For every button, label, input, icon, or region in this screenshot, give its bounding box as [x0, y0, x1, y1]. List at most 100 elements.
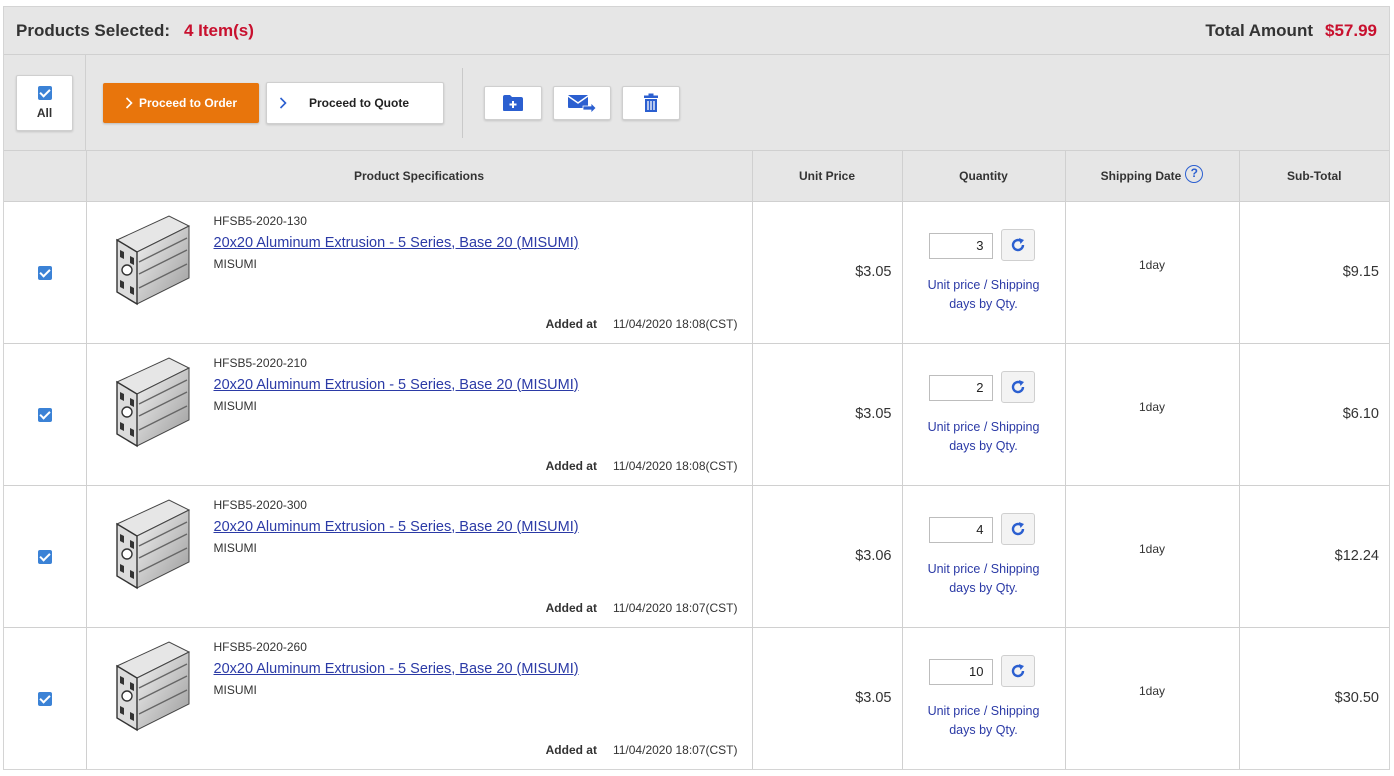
cart-table: Product Specifications Unit Price Quanti… [4, 151, 1389, 769]
delete-button[interactable] [622, 85, 680, 120]
mail-forward-icon [567, 94, 597, 113]
product-brand: MISUMI [213, 682, 257, 697]
unit-price-shipping-by-qty-link[interactable]: Unit price / Shipping days by Qty. [903, 418, 1065, 456]
select-all-checkbox[interactable] [37, 85, 52, 100]
table-header-row: Product Specifications Unit Price Quanti… [4, 151, 1389, 202]
refresh-quantity-button[interactable] [1000, 370, 1035, 403]
refresh-quantity-button[interactable] [1000, 512, 1035, 545]
product-spec-cell: HFSB5-2020-130 20x20 Aluminum Extrusion … [86, 201, 753, 344]
product-thumbnail[interactable] [109, 496, 193, 590]
shipping-date-label: Shipping Date [1100, 168, 1182, 183]
product-title-link[interactable]: 20x20 Aluminum Extrusion - 5 Series, Bas… [214, 377, 579, 393]
unit-price: $3.05 [752, 343, 903, 486]
added-at-label: Added at [545, 316, 597, 331]
quantity-input[interactable] [928, 374, 993, 401]
column-header-spec: Product Specifications [86, 151, 753, 202]
product-code: HFSB5-2020-260 [213, 639, 307, 654]
quantity-input[interactable] [928, 516, 993, 543]
row-checkbox[interactable] [37, 692, 52, 707]
proceed-to-order-label: Proceed to Order [138, 95, 238, 110]
question-circle-icon[interactable]: ? [1185, 164, 1204, 183]
quantity-cell: Unit price / Shipping days by Qty. [902, 343, 1066, 486]
products-selected: Products Selected: 4 Item(s) [16, 21, 254, 41]
product-brand: MISUMI [213, 540, 257, 555]
refresh-icon [1011, 663, 1024, 677]
product-title-link[interactable]: 20x20 Aluminum Extrusion - 5 Series, Bas… [214, 661, 579, 677]
refresh-icon [1011, 379, 1024, 393]
total-amount-value: $57.99 [1325, 20, 1377, 40]
column-header-quantity: Quantity [902, 151, 1066, 202]
proceed-to-order-button[interactable]: Proceed to Order [103, 82, 259, 123]
qty-link-line-1: Unit price / Shipping [927, 703, 1040, 718]
toolbar-divider [462, 67, 463, 138]
column-header-unit-price: Unit Price [752, 151, 903, 202]
proceed-to-quote-label: Proceed to Quote [309, 95, 410, 110]
table-row: HFSB5-2020-300 20x20 Aluminum Extrusion … [4, 485, 1389, 628]
quantity-input[interactable] [928, 232, 993, 259]
select-all-cell: All [4, 55, 86, 150]
total-amount-label: Total Amount [1205, 20, 1313, 40]
column-header-shipping-date: Shipping Date? [1065, 151, 1240, 202]
refresh-quantity-button[interactable] [1000, 228, 1035, 261]
product-thumbnail[interactable] [109, 638, 193, 732]
unit-price-shipping-by-qty-link[interactable]: Unit price / Shipping days by Qty. [903, 276, 1065, 314]
row-select-cell [4, 485, 87, 628]
refresh-quantity-button[interactable] [1000, 654, 1035, 687]
unit-price-shipping-by-qty-link[interactable]: Unit price / Shipping days by Qty. [903, 560, 1065, 598]
unit-price-shipping-by-qty-link[interactable]: Unit price / Shipping days by Qty. [903, 702, 1065, 740]
added-at-time: 11/04/2020 18:07(CST) [612, 600, 738, 615]
qty-link-line-1: Unit price / Shipping [927, 561, 1040, 576]
quantity-input[interactable] [928, 658, 993, 685]
product-title-link[interactable]: 20x20 Aluminum Extrusion - 5 Series, Bas… [214, 519, 579, 535]
row-select-cell [4, 201, 87, 344]
product-thumbnail[interactable] [109, 354, 193, 448]
product-spec-cell: HFSB5-2020-210 20x20 Aluminum Extrusion … [86, 343, 753, 486]
qty-link-line-1: Unit price / Shipping [927, 277, 1040, 292]
table-row: HFSB5-2020-210 20x20 Aluminum Extrusion … [4, 343, 1389, 486]
row-select-cell [4, 627, 87, 769]
refresh-icon [1011, 237, 1024, 251]
column-header-subtotal: Sub-Total [1239, 151, 1389, 202]
product-title-link[interactable]: 20x20 Aluminum Extrusion - 5 Series, Bas… [214, 235, 579, 251]
toolbar-actions: Proceed to Order Proceed to Quote [86, 55, 1389, 150]
qty-link-line-2: days by Qty. [949, 296, 1018, 311]
send-mail-button[interactable] [553, 85, 611, 120]
select-all-label: All [36, 105, 53, 120]
chevron-right-icon [279, 96, 287, 109]
subtotal: $9.15 [1239, 201, 1389, 344]
qty-link-line-2: days by Qty. [949, 580, 1018, 595]
qty-link-line-1: Unit price / Shipping [927, 419, 1040, 434]
added-at-label: Added at [545, 600, 597, 615]
trash-icon [644, 93, 658, 112]
row-checkbox[interactable] [37, 408, 52, 423]
table-row: HFSB5-2020-260 20x20 Aluminum Extrusion … [4, 627, 1389, 769]
row-checkbox[interactable] [37, 266, 52, 281]
product-thumbnail[interactable] [109, 212, 193, 306]
shipping-date: 1day [1065, 627, 1240, 769]
added-at: Added at 11/04/2020 18:07(CST) [546, 743, 738, 757]
added-at: Added at 11/04/2020 18:07(CST) [546, 601, 738, 615]
cart-toolbar: All Proceed to Order Proceed to Quote [4, 55, 1389, 151]
unit-price: $3.05 [752, 627, 903, 769]
unit-price: $3.06 [752, 485, 903, 628]
qty-link-line-2: days by Qty. [949, 438, 1018, 453]
cart-panel: Products Selected: 4 Item(s) Total Amoun… [3, 6, 1390, 770]
quantity-cell: Unit price / Shipping days by Qty. [902, 627, 1066, 769]
column-header-select [4, 151, 87, 202]
folder-plus-icon [503, 94, 523, 111]
shipping-date: 1day [1065, 201, 1240, 344]
products-selected-label: Products Selected: [16, 20, 170, 40]
added-at-time: 11/04/2020 18:08(CST) [612, 458, 738, 473]
subtotal: $12.24 [1239, 485, 1389, 628]
added-at-time: 11/04/2020 18:08(CST) [612, 316, 738, 331]
shipping-date: 1day [1065, 343, 1240, 486]
product-brand: MISUMI [213, 398, 257, 413]
proceed-to-quote-button[interactable]: Proceed to Quote [266, 81, 444, 124]
added-at: Added at 11/04/2020 18:08(CST) [546, 317, 738, 331]
row-select-cell [4, 343, 87, 486]
add-to-folder-button[interactable] [484, 85, 542, 120]
row-checkbox[interactable] [37, 550, 52, 565]
shipping-date: 1day [1065, 485, 1240, 628]
table-row: HFSB5-2020-130 20x20 Aluminum Extrusion … [4, 201, 1389, 344]
select-all-button[interactable]: All [16, 74, 73, 131]
